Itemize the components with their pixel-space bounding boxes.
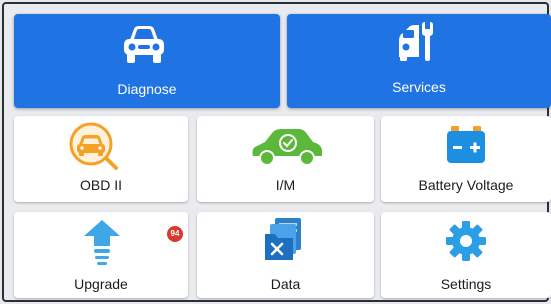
data-folder-icon bbox=[265, 218, 301, 260]
upgrade-label: Upgrade bbox=[74, 276, 128, 292]
gear-icon bbox=[446, 221, 486, 261]
upgrade-tile[interactable]: 94 Upgrade bbox=[14, 212, 188, 298]
battery-label: Battery Voltage bbox=[418, 177, 514, 193]
car-magnifier-icon bbox=[69, 122, 118, 170]
battery-icon bbox=[447, 126, 485, 163]
diagnose-tile[interactable]: Diagnose bbox=[14, 14, 280, 108]
data-tile[interactable]: Data bbox=[197, 212, 374, 298]
obd2-tile[interactable]: OBD II bbox=[14, 116, 188, 202]
services-label: Services bbox=[392, 79, 446, 95]
data-label: Data bbox=[270, 276, 301, 292]
settings-tile[interactable]: Settings bbox=[381, 212, 551, 298]
obd2-label: OBD II bbox=[79, 177, 122, 193]
car-front-icon bbox=[124, 26, 164, 63]
im-label: I/M bbox=[275, 177, 296, 193]
car-service-wrench-icon bbox=[399, 22, 433, 61]
notification-badge: 94 bbox=[167, 226, 183, 242]
im-tile[interactable]: I/M bbox=[197, 116, 374, 202]
app-window: Diagnose Services OBD II I/M Battery Vol… bbox=[2, 2, 551, 302]
battery-tile[interactable]: Battery Voltage bbox=[381, 116, 551, 202]
settings-label: Settings bbox=[440, 276, 492, 292]
car-check-icon bbox=[252, 129, 322, 166]
diagnose-label: Diagnose bbox=[117, 81, 177, 97]
services-tile[interactable]: Services bbox=[287, 14, 551, 108]
upgrade-arrow-icon bbox=[84, 220, 120, 265]
